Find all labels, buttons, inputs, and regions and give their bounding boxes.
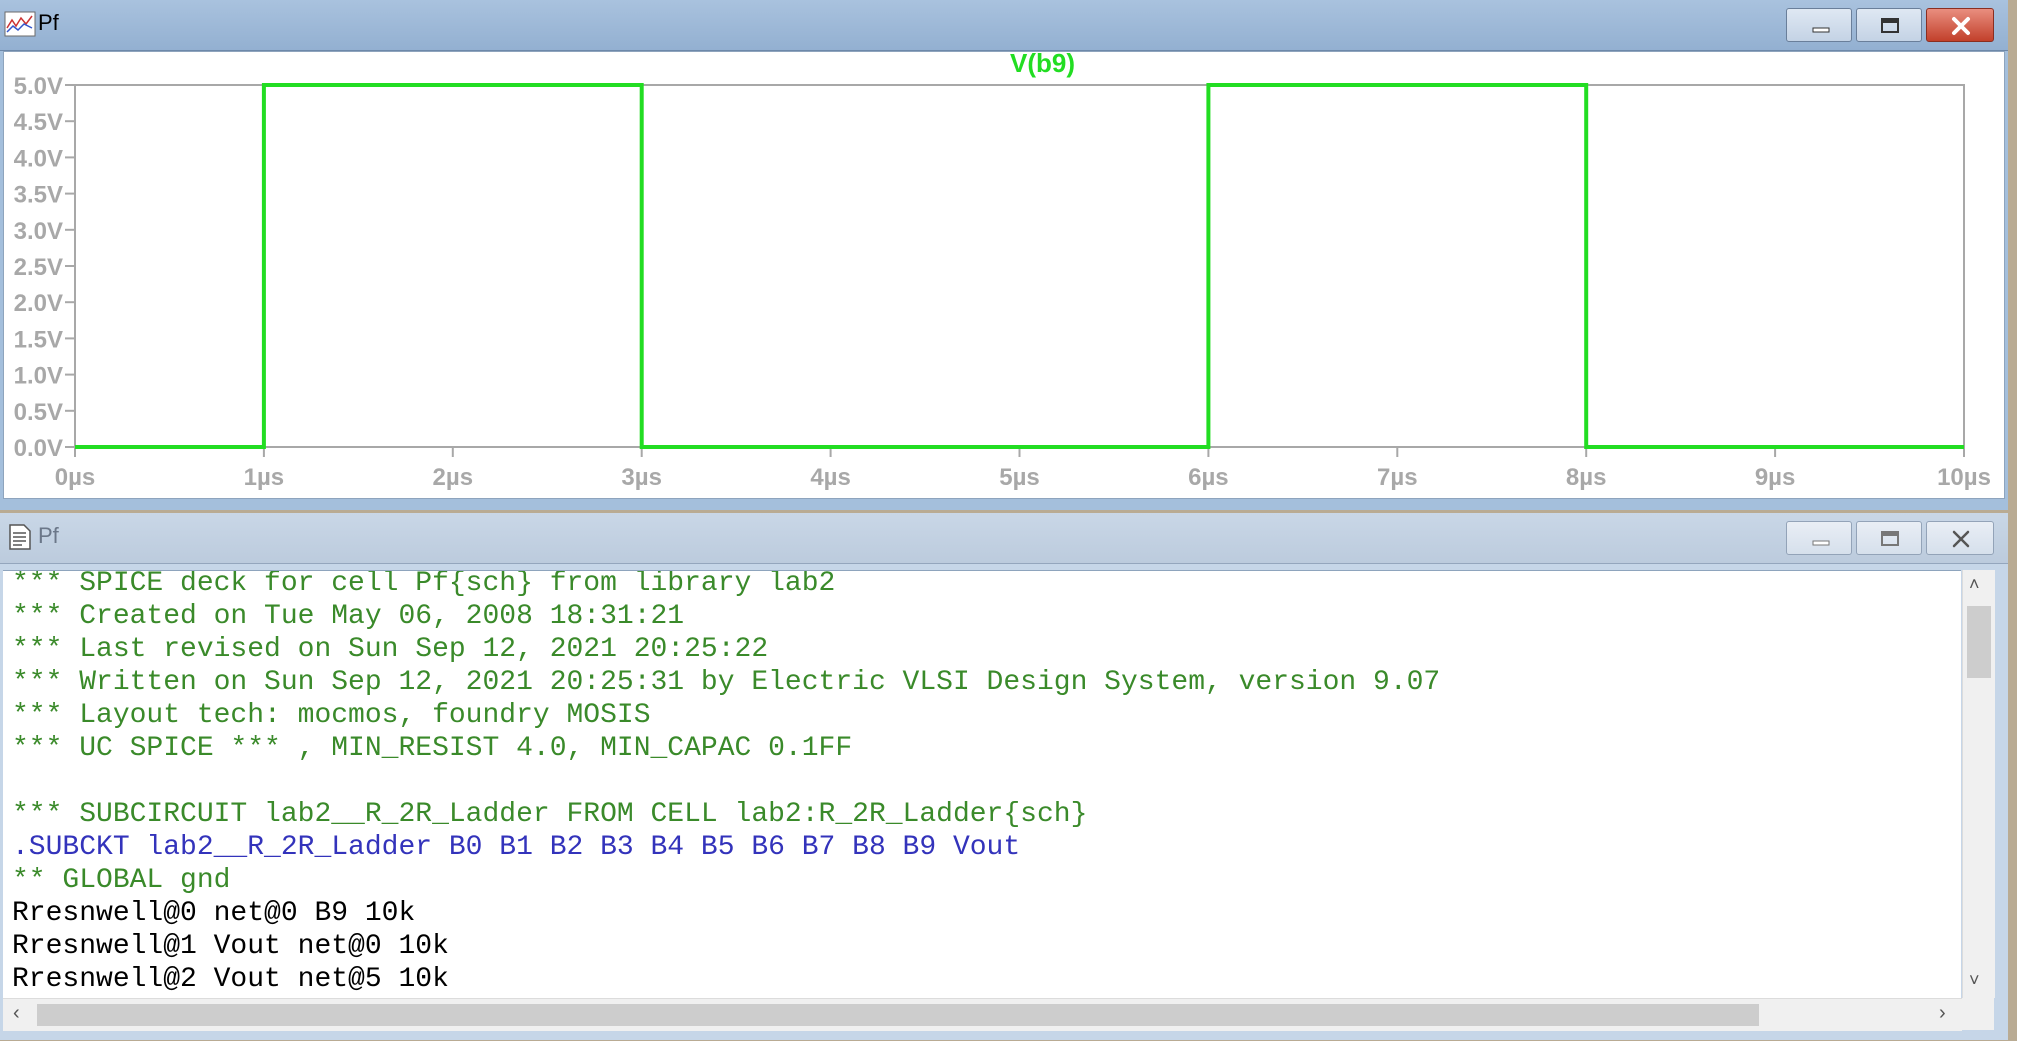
- x-tick-label: 6µs: [1188, 464, 1229, 491]
- x-tick-label: 1µs: [244, 464, 285, 491]
- x-tick-label: 4µs: [810, 464, 851, 491]
- spice-deck-text[interactable]: *** SPICE deck for cell Pf{sch} from lib…: [3, 570, 1961, 999]
- deck-line: *** Written on Sun Sep 12, 2021 20:25:31…: [12, 667, 1441, 698]
- deck-line: *** Created on Tue May 06, 2008 18:31:21: [12, 601, 685, 632]
- x-tick-label: 9µs: [1755, 464, 1796, 491]
- y-tick-label: 3.0V: [14, 218, 63, 245]
- deck-line: *** Last revised on Sun Sep 12, 2021 20:…: [12, 634, 769, 665]
- plot-frame: [74, 84, 1965, 448]
- deck-line: *** Layout tech: mocmos, foundry MOSIS: [12, 700, 651, 731]
- waveform-chart[interactable]: V(b9) 0.0V 0.5V 1.0V 1.5V 2.0V 2.5V 3.0V 3.5V 4.0…: [4, 52, 2004, 498]
- close-icon: [1952, 530, 1970, 548]
- deck-line: *** SUBCIRCUIT lab2__R_2R_Ladder FROM CE…: [12, 799, 1088, 830]
- vertical-scrollbar[interactable]: ˄ ˅: [1962, 570, 1995, 998]
- close-button[interactable]: [1926, 8, 1994, 42]
- horizontal-scrollbar[interactable]: ‹ ›: [3, 998, 1962, 1031]
- x-tick-label: 10µs: [1937, 464, 1991, 491]
- deck-line: *** UC SPICE *** , MIN_RESIST 4.0, MIN_C…: [12, 733, 853, 764]
- y-tick-label: 2.5V: [14, 254, 63, 281]
- scroll-down-icon[interactable]: ˅: [1969, 970, 1980, 991]
- plot-window-title: Pf: [38, 10, 59, 35]
- minimize-icon: [1812, 540, 1830, 546]
- close-button[interactable]: [1926, 521, 1994, 555]
- scroll-right-icon[interactable]: ›: [1939, 1002, 1946, 1025]
- restore-icon: [1881, 18, 1899, 33]
- x-tick-label: 0µs: [55, 464, 96, 491]
- restore-icon: [1881, 531, 1899, 546]
- y-tick-label: 1.5V: [14, 326, 63, 353]
- series-line-vb9[interactable]: [75, 83, 1964, 449]
- waveform-plot-area[interactable]: V(b9) 0.0V 0.5V 1.0V 1.5V 2.0V 2.5V 3.0V 3.5V 4.0…: [3, 51, 2005, 499]
- x-tick-label: 2µs: [433, 464, 474, 491]
- plot-window-titlebar[interactable]: Pf: [0, 0, 2008, 51]
- y-tick-label: 2.0V: [14, 290, 63, 317]
- chart-title[interactable]: V(b9): [1010, 52, 1075, 78]
- minimize-button[interactable]: [1786, 521, 1852, 555]
- minimize-icon: [1812, 27, 1830, 33]
- deck-line: .SUBCKT lab2__R_2R_Ladder B0 B1 B2 B3 B4…: [12, 832, 1021, 863]
- restore-button[interactable]: [1856, 8, 1922, 42]
- y-tick-label: 1.0V: [14, 363, 63, 390]
- minimize-button[interactable]: [1786, 8, 1852, 42]
- horizontal-scroll-thumb[interactable]: [37, 1004, 1759, 1026]
- deck-window-titlebar[interactable]: Pf: [0, 513, 2008, 564]
- y-tick-label: 3.5V: [14, 182, 63, 209]
- x-tick-label: 3µs: [621, 464, 662, 491]
- close-icon: [1952, 17, 1970, 35]
- deck-line: Rresnwell@2 Vout net@5 10k: [12, 964, 449, 995]
- scroll-corner: [1962, 998, 1994, 1030]
- deck-line: *** SPICE deck for cell Pf{sch} from lib…: [12, 570, 836, 599]
- x-tick-label: 7µs: [1377, 464, 1418, 491]
- scroll-left-icon[interactable]: ‹: [13, 1002, 20, 1025]
- spice-deck-window: Pf *** SPICE deck for cell Pf{sch} from …: [0, 513, 2008, 1040]
- y-tick-label: 0.0V: [14, 435, 63, 462]
- x-tick-label: 8µs: [1566, 464, 1607, 491]
- y-tick-label: 0.5V: [14, 399, 63, 426]
- text-document-icon: [9, 524, 31, 550]
- x-tick-label: 5µs: [999, 464, 1040, 491]
- waveform-plot-icon: [4, 11, 36, 37]
- deck-line: ** GLOBAL gnd: [12, 865, 231, 896]
- y-tick-label: 5.0V: [14, 73, 63, 100]
- y-tick-label: 4.5V: [14, 109, 63, 136]
- y-tick-label: 4.0V: [14, 145, 63, 172]
- plot-window: Pf V(b9) 0.0V 0.5V 1.0V 1.5V 2.0V 2.5V 3.0V 3.5V…: [0, 0, 2008, 510]
- vertical-scroll-thumb[interactable]: [1967, 606, 1991, 678]
- restore-button[interactable]: [1856, 521, 1922, 555]
- deck-window-title: Pf: [38, 523, 59, 548]
- deck-line: Rresnwell@0 net@0 B9 10k: [12, 898, 416, 929]
- scroll-up-icon[interactable]: ˄: [1969, 574, 1980, 595]
- deck-line: Rresnwell@1 Vout net@0 10k: [12, 931, 449, 962]
